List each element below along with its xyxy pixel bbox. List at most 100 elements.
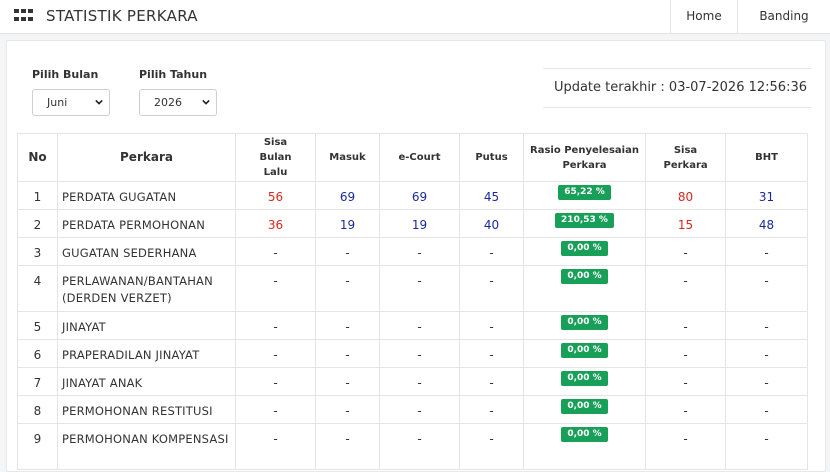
perkara-cell: PERLAWANAN/BANTAHAN (DERDEN VERZET)	[57, 265, 236, 312]
table-row: 2 PERDATA PERMOHONAN 36 19 19 40 210,53 % 15 48	[17, 209, 808, 238]
no-cell: 2	[17, 209, 58, 238]
sisa-perkara-value: -	[683, 376, 688, 390]
putus-cell: -	[459, 237, 524, 266]
no-cell: 6	[17, 339, 58, 368]
month-select[interactable]: Juni	[32, 89, 110, 116]
ecourt-value: 19	[411, 218, 428, 232]
perkara-value: PERMOHONAN RESTITUSI	[62, 404, 213, 418]
bht-cell: -	[725, 367, 808, 396]
no-cell: 1	[17, 181, 58, 210]
table-header-row: No Perkara Sisa Bulan Lalu Masuk e-Court…	[17, 133, 808, 182]
ecourt-cell: -	[379, 367, 460, 396]
perkara-cell: PRAPERADILAN JINAYAT	[57, 339, 236, 368]
ecourt-cell: -	[379, 423, 460, 470]
bht-value: -	[764, 320, 769, 334]
no-value: 5	[33, 320, 42, 334]
rasio-cell: 0,00 %	[523, 339, 646, 368]
col-header-putus: Putus	[459, 133, 524, 182]
rasio-cell: 0,00 %	[523, 265, 646, 312]
bht-value: -	[764, 274, 769, 288]
no-value: 9	[33, 432, 42, 446]
rasio-cell: 65,22 %	[523, 181, 646, 210]
bht-value: -	[764, 432, 769, 446]
putus-cell: -	[459, 395, 524, 424]
sisa-perkara-value: -	[683, 320, 688, 334]
ecourt-cell: 69	[379, 181, 460, 210]
putus-cell: 40	[459, 209, 524, 238]
col-header-no: No	[17, 133, 58, 182]
perkara-value: JINAYAT	[62, 320, 106, 334]
table-row: 1 PERDATA GUGATAN 56 69 69 45 65,22 % 80 31	[17, 181, 808, 210]
no-cell: 9	[17, 423, 58, 470]
bht-cell: -	[725, 311, 808, 340]
table-row: 7 JINAYAT ANAK - - - - 0,00 % - -	[17, 367, 808, 396]
perkara-value: PERMOHONAN KOMPENSASI	[62, 432, 229, 446]
sisa-perkara-value: -	[683, 404, 688, 418]
statistics-table: No Perkara Sisa Bulan Lalu Masuk e-Court…	[17, 133, 808, 470]
chevron-down-icon	[202, 99, 210, 105]
sisa-bulan-lalu-value: -	[273, 404, 278, 418]
sisa-bulan-lalu-value: 56	[267, 190, 284, 204]
sisa-bulan-lalu-cell: -	[235, 423, 316, 470]
grid-menu-icon[interactable]	[14, 9, 34, 23]
ratio-badge: 0,00 %	[561, 371, 608, 386]
month-select-value: Juni	[47, 96, 68, 109]
masuk-value: -	[345, 274, 350, 288]
col-header-rasio: Rasio Penyelesaian Perkara	[523, 133, 646, 182]
sisa-bulan-lalu-cell: -	[235, 265, 316, 312]
ecourt-cell: -	[379, 265, 460, 312]
no-cell: 8	[17, 395, 58, 424]
sisa-perkara-cell: 80	[645, 181, 726, 210]
putus-cell: -	[459, 339, 524, 368]
sisa-perkara-value: -	[683, 348, 688, 362]
no-cell: 3	[17, 237, 58, 266]
table-body: 1 PERDATA GUGATAN 56 69 69 45 65,22 % 80 31 2 PERD…	[17, 181, 808, 470]
ecourt-value: -	[417, 432, 422, 446]
sisa-perkara-cell: -	[645, 367, 726, 396]
year-select[interactable]: 2026	[139, 89, 217, 116]
year-label: Pilih Tahun	[139, 68, 208, 81]
col-header-sisa-bulan-lalu: Sisa Bulan Lalu	[235, 133, 316, 182]
bht-value: -	[764, 348, 769, 362]
table-row: 6 PRAPERADILAN JINAYAT - - - - 0,00 % - -	[17, 339, 808, 368]
masuk-value: -	[345, 404, 350, 418]
putus-cell: 45	[459, 181, 524, 210]
ratio-badge: 0,00 %	[561, 241, 608, 256]
masuk-cell: 69	[315, 181, 380, 210]
month-label: Pilih Bulan	[32, 68, 99, 81]
table-row: 5 JINAYAT - - - - 0,00 % - -	[17, 311, 808, 340]
perkara-cell: JINAYAT	[57, 311, 236, 340]
rasio-cell: 0,00 %	[523, 311, 646, 340]
perkara-value: PERDATA GUGATAN	[62, 190, 177, 204]
table-row: 3 GUGATAN SEDERHANA - - - - 0,00 % - -	[17, 237, 808, 266]
nav-home[interactable]: Home	[670, 0, 737, 33]
bht-value: 31	[758, 190, 775, 204]
sisa-bulan-lalu-value: -	[273, 246, 278, 260]
putus-value: -	[489, 432, 494, 446]
sisa-perkara-cell: -	[645, 311, 726, 340]
masuk-cell: -	[315, 395, 380, 424]
rasio-cell: 0,00 %	[523, 367, 646, 396]
bht-value: 48	[758, 218, 775, 232]
col-header-bht: BHT	[725, 133, 808, 182]
ratio-badge: 210,53 %	[555, 213, 614, 228]
putus-cell: -	[459, 311, 524, 340]
ratio-badge: 65,22 %	[558, 185, 611, 200]
no-value: 1	[33, 190, 42, 204]
bht-cell: -	[725, 395, 808, 424]
bht-value: -	[764, 404, 769, 418]
no-cell: 4	[17, 265, 58, 312]
masuk-cell: -	[315, 237, 380, 266]
sisa-perkara-value: -	[683, 246, 688, 260]
nav-banding[interactable]: Banding	[737, 0, 830, 33]
year-select-value: 2026	[154, 96, 182, 109]
masuk-value: -	[345, 348, 350, 362]
sisa-bulan-lalu-cell: 36	[235, 209, 316, 238]
ecourt-value: -	[417, 274, 422, 288]
perkara-value: PERLAWANAN/BANTAHAN (DERDEN VERZET)	[62, 274, 213, 305]
ratio-badge: 0,00 %	[561, 343, 608, 358]
putus-value: -	[489, 348, 494, 362]
statistics-card: Pilih Bulan Juni Pilih Tahun 2026 Update…	[6, 40, 826, 472]
sisa-bulan-lalu-value: -	[273, 432, 278, 446]
table-row: 4 PERLAWANAN/BANTAHAN (DERDEN VERZET) - - - -…	[17, 265, 808, 312]
